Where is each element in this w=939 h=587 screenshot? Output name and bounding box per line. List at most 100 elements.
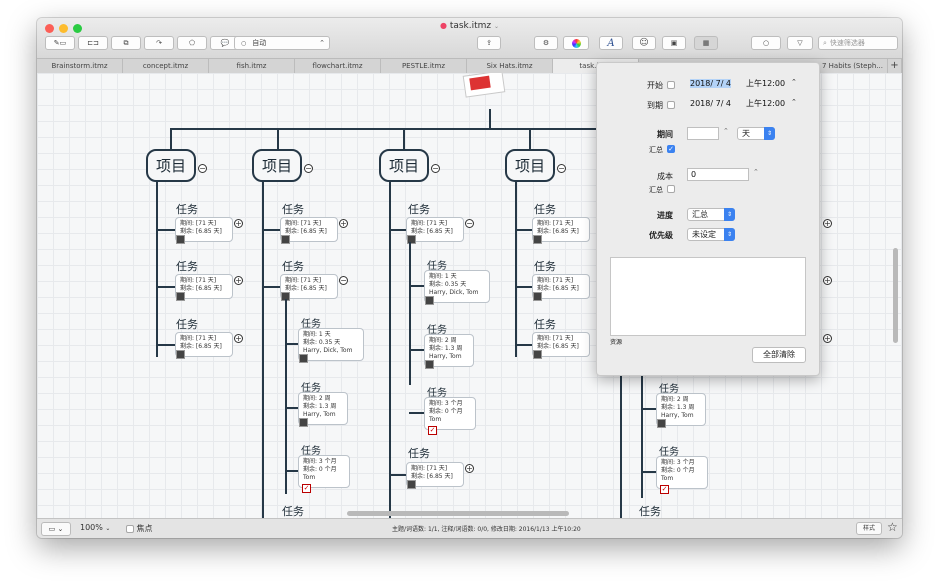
task-topic[interactable]: 任务 [282,503,304,518]
task-topic[interactable]: 任务 [176,258,198,274]
collapse-toggle[interactable]: − [198,164,207,173]
progress-icon [176,350,185,359]
image-button[interactable]: ▣ [662,36,686,50]
window-title: ● task.itmz ⌄ [439,21,500,31]
tab-fish[interactable]: fish.itmz [209,59,295,73]
search-icon: ⌕ [823,38,827,47]
resources-text-area[interactable] [610,257,806,336]
sidebar-toggle-button[interactable]: ▭ ⌄ [41,522,71,536]
filter-icon: ▽ [797,39,803,47]
start-label: 开始 [647,81,663,90]
progress-select[interactable]: 汇总 ⇕ [687,208,735,221]
font-icon: A [607,37,615,49]
task-topic[interactable]: 任务 [639,503,661,518]
font-button[interactable]: A [599,36,623,50]
progress-icon [533,292,542,301]
collapse-toggle[interactable]: − [339,276,348,285]
priority-select[interactable]: 未设定 ⇕ [687,228,735,241]
progress-icon [425,360,434,369]
collapse-toggle[interactable]: − [557,164,566,173]
task-topic[interactable]: 任务 [534,258,556,274]
task-topic[interactable]: 任务 [282,201,304,217]
project-topic[interactable]: 项目 [146,149,196,182]
add-parent-topic-button[interactable]: ⧉ [111,36,141,50]
expand-toggle[interactable]: + [234,219,243,228]
expand-toggle[interactable]: + [823,219,832,228]
tab-concept[interactable]: concept.itmz [123,59,209,73]
start-time-field[interactable]: 上午12:00 [743,78,798,91]
duration-field[interactable] [687,127,719,140]
task-topic[interactable]: 任务 [408,445,430,461]
progress-icon [176,292,185,301]
task-topic[interactable]: 任务 [408,201,430,217]
expand-toggle[interactable]: + [823,334,832,343]
project-topic[interactable]: 项目 [379,149,429,182]
boundary-button[interactable]: ⬠ [177,36,207,50]
style-button[interactable]: 样式 [856,522,882,535]
task-topic[interactable]: 任务 [534,201,556,217]
style-select[interactable]: ○ 自动 ⌃ [234,36,330,50]
add-subtopic-button[interactable]: ⊏⊐ [78,36,108,50]
start-time-stepper[interactable]: ⌃ [791,78,797,86]
cost-rollup-checkbox[interactable] [667,185,675,193]
tab-six-hats[interactable]: Six Hats.itmz [467,59,553,73]
quick-filter-input[interactable]: ⌕ 快速筛选器 [818,36,898,50]
task-button[interactable]: ▦ [694,36,718,50]
zoom-level[interactable]: 100% ⌄ [80,523,110,532]
duration-stepper[interactable]: ⌃ [723,127,729,135]
vertical-scrollbar[interactable] [893,248,898,343]
due-time-field[interactable]: 上午12:00 [743,98,798,111]
horizontal-scrollbar[interactable] [347,511,569,516]
progress-icon [176,235,185,244]
task-topic[interactable]: 任务 [282,258,304,274]
duration-rollup-checkbox[interactable]: ✓ [667,145,675,153]
share-button[interactable]: ⇪ [477,36,501,50]
expand-toggle[interactable]: + [234,276,243,285]
task-topic[interactable]: 任务 [176,316,198,332]
task-topic[interactable]: 任务 [534,316,556,332]
expand-toggle[interactable]: + [234,334,243,343]
collapse-toggle[interactable]: − [431,164,440,173]
cost-field[interactable]: 0 [687,168,749,181]
cost-label: 成本 [657,172,673,181]
icon-button[interactable]: ☺ [632,36,656,50]
collapse-toggle[interactable]: − [304,164,313,173]
search-button[interactable]: ○ [751,36,781,50]
checkbox-icon: ✓ [660,485,669,494]
project-topic[interactable]: 项目 [505,149,555,182]
filter-button[interactable]: ▽ [787,36,813,50]
cost-rollup-label: 汇总 [649,186,663,194]
clear-all-button[interactable]: 全部清除 [752,347,806,363]
relationship-button[interactable]: ↷ [144,36,174,50]
due-date-field[interactable]: 2018/ 7/ 4 [687,98,739,111]
collapse-toggle[interactable]: − [465,219,474,228]
progress-icon [657,419,666,428]
progress-icon [281,235,290,244]
expand-toggle[interactable]: + [465,464,474,473]
tab-brainstorm[interactable]: Brainstorm.itmz [37,59,123,73]
tab-pestle[interactable]: PESTLE.itmz [381,59,467,73]
due-checkbox[interactable] [667,101,675,109]
progress-label: 进度 [657,211,673,220]
color-button[interactable] [563,36,589,50]
start-checkbox[interactable] [667,81,675,89]
priority-label: 优先级 [649,231,673,240]
new-tab-button[interactable]: + [887,59,902,73]
add-topic-button[interactable]: ✎▭ [45,36,75,50]
cost-stepper[interactable]: ⌃ [753,168,759,176]
theme-button[interactable]: ⚙ [534,36,558,50]
focus-checkbox[interactable]: 焦点 [126,523,153,534]
start-date-field[interactable]: 2018/ 7/ 4 [687,78,739,91]
calendar-topic-image[interactable] [462,73,506,98]
expand-toggle[interactable]: + [823,276,832,285]
star-icon[interactable]: ☆ [887,520,898,534]
project-topic[interactable]: 项目 [252,149,302,182]
progress-icon [533,235,542,244]
duration-unit-select[interactable]: 天 ⇕ [737,127,775,140]
progress-icon [299,418,308,427]
task-topic[interactable]: 任务 [176,201,198,217]
image-icon: ▣ [670,39,678,47]
tab-flowchart[interactable]: flowchart.itmz [295,59,381,73]
due-time-stepper[interactable]: ⌃ [791,98,797,106]
expand-toggle[interactable]: + [339,219,348,228]
